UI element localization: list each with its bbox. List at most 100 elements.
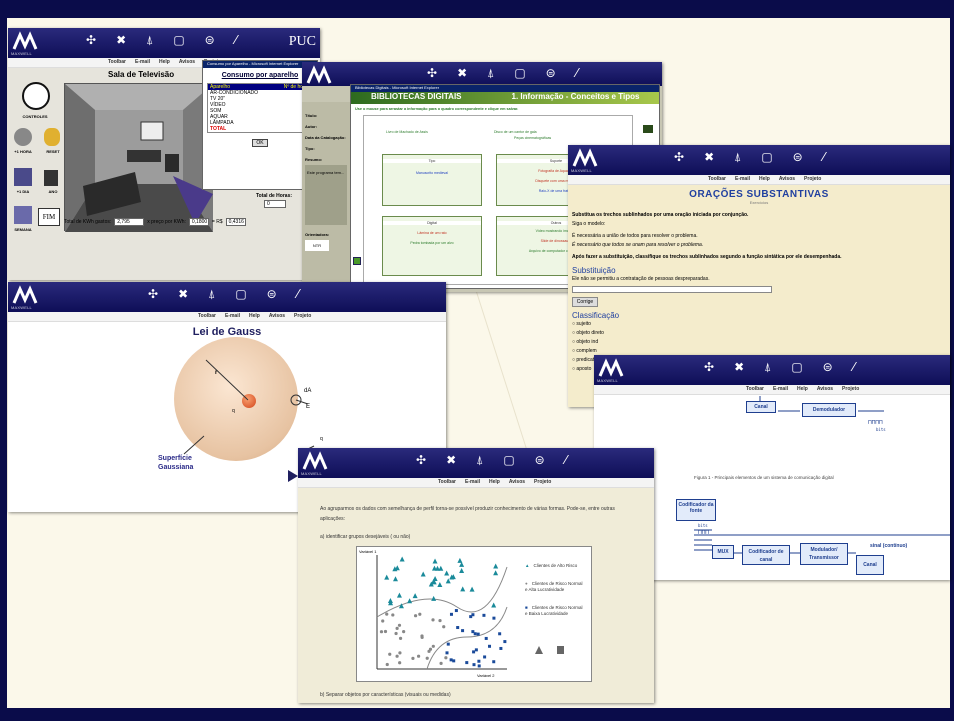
- box-label: Digital: [383, 221, 481, 225]
- tools-icon[interactable]: ✖: [704, 150, 714, 164]
- normal-high-marker: [418, 612, 422, 616]
- gaussian-surface-label: Superfície Gaussiana: [158, 454, 193, 472]
- normal-high-marker: [438, 618, 442, 623]
- drop-box-digital[interactable]: Digital Lâmina de um rato Pedra tombada …: [382, 216, 482, 276]
- nav-link-toolbar[interactable]: Toolbar: [108, 59, 126, 65]
- nav-link-email[interactable]: E-mail: [465, 479, 480, 485]
- tools-icon[interactable]: ✖: [116, 33, 126, 47]
- option-label: predicati: [576, 357, 596, 363]
- nav-link-toolbar[interactable]: Toolbar: [438, 479, 456, 485]
- clock-icon[interactable]: [22, 82, 50, 110]
- nav-link-avisos[interactable]: Avisos: [509, 479, 525, 485]
- instruction-text: Use o mouse para arrastar a informação p…: [355, 107, 519, 111]
- tv-room-screenshot: MAXWELL ✣ ✖ ⍋ ▢ ⊜ ⁄ PUC Toolbar E-mail H…: [8, 28, 320, 280]
- nav-link-help[interactable]: Help: [159, 59, 170, 65]
- help-icon[interactable]: ⍋: [476, 453, 483, 467]
- edit-icon[interactable]: ⁄: [235, 33, 237, 47]
- box-item[interactable]: Lâmina de um rato: [383, 231, 481, 235]
- box-label: Tipo: [383, 159, 481, 163]
- answer-input[interactable]: [572, 286, 772, 293]
- help-icon[interactable]: ⍋: [146, 33, 153, 47]
- normal-high-marker: [398, 636, 403, 640]
- right-border: [950, 18, 954, 708]
- top-navbar: MAXWELL ✣ ✖ ⍋ ▢ ⊜ ⁄: [298, 448, 654, 478]
- high-risk-marker: [420, 571, 426, 577]
- nav-link-projeto[interactable]: Projeto: [534, 479, 551, 485]
- hour-icon[interactable]: [14, 128, 32, 146]
- normal-low-marker: [492, 616, 496, 620]
- normal-low-marker: [446, 642, 450, 646]
- high-risk-marker: [412, 593, 418, 599]
- normal-high-marker: [385, 612, 389, 616]
- source-encoder-box: Codificador da fonte: [676, 499, 716, 521]
- window-titlebar: Bibliotecas Digitais - Microsoft Interne…: [351, 85, 659, 92]
- nav-link-toolbar[interactable]: Toolbar: [708, 176, 726, 182]
- compass-icon[interactable]: ✣: [427, 66, 437, 80]
- compass-icon[interactable]: ✣: [416, 453, 426, 467]
- hours-input[interactable]: 0: [264, 200, 286, 208]
- item-0[interactable]: Livro de Machado de Assis: [386, 130, 428, 134]
- edit-icon[interactable]: ⁄: [576, 66, 578, 80]
- year-icon[interactable]: [44, 170, 58, 186]
- help-icon[interactable]: ⍋: [487, 66, 494, 80]
- print-icon[interactable]: ⊜: [205, 33, 215, 47]
- normal-high-marker: [394, 631, 398, 636]
- option-subject[interactable]: ○ sujeito: [568, 320, 950, 329]
- print-icon[interactable]: ⊜: [546, 66, 556, 80]
- print-icon[interactable]: ⊜: [793, 150, 803, 164]
- nav-link-email[interactable]: E-mail: [735, 176, 750, 182]
- drop-box-type[interactable]: Tipo Manuscrito medieval: [382, 154, 482, 206]
- kwh-field[interactable]: 2,795: [114, 218, 145, 226]
- summary-box[interactable]: Este programa tem...: [305, 165, 347, 225]
- nav-link-avisos[interactable]: Avisos: [179, 59, 195, 65]
- high-risk-marker: [493, 563, 499, 569]
- print-icon[interactable]: ⊜: [535, 453, 545, 467]
- item-b: b) Separar objetos por características (…: [320, 692, 451, 698]
- edit-icon[interactable]: ⁄: [823, 150, 825, 164]
- total-field[interactable]: 0,4316: [225, 218, 246, 226]
- window-icon[interactable]: ▢: [514, 66, 525, 80]
- data-clustering-screenshot: MAXWELL ✣ ✖ ⍋ ▢ ⊜ ⁄ Toolbar E-mail Help …: [298, 448, 654, 703]
- week-icon[interactable]: [14, 206, 32, 224]
- nav-link-projeto[interactable]: Projeto: [804, 176, 821, 182]
- item-1[interactable]: Disco de um cantor de gala: [494, 130, 537, 134]
- window-icon[interactable]: ▢: [761, 150, 772, 164]
- normal-high-marker: [398, 661, 402, 665]
- edit-icon[interactable]: ⁄: [565, 453, 567, 467]
- box-item[interactable]: Pedra tombada por um alvo: [383, 241, 481, 245]
- window-icon[interactable]: ▢: [173, 33, 184, 47]
- window-icon[interactable]: ▢: [503, 453, 514, 467]
- box-item[interactable]: Manuscrito medieval: [383, 171, 481, 175]
- correct-button[interactable]: Corrige: [572, 297, 598, 307]
- item-2[interactable]: Peças cinematográficas: [514, 136, 551, 140]
- normal-low-marker: [499, 646, 503, 650]
- shapes-icon: [533, 643, 573, 654]
- nav-link-help[interactable]: Help: [759, 176, 770, 182]
- bits-label-1: bits: [876, 427, 886, 432]
- compass-icon[interactable]: ✣: [674, 150, 684, 164]
- option-indirect-object[interactable]: ○ objeto ind: [568, 338, 950, 347]
- high-risk-marker: [396, 592, 402, 598]
- top-band: [0, 0, 954, 18]
- advisor-field[interactable]: NTR: [305, 240, 329, 251]
- next-arrow-icon[interactable]: [288, 470, 298, 482]
- tools-icon[interactable]: ✖: [446, 453, 456, 467]
- toolbar-icons: ✣ ✖ ⍋ ▢ ⊜ ⁄: [86, 33, 237, 47]
- high-risk-marker: [431, 595, 437, 601]
- save-icon[interactable]: [353, 257, 361, 265]
- help-icon[interactable]: ⍋: [734, 150, 741, 164]
- compass-icon[interactable]: ✣: [86, 33, 96, 47]
- reset-icon[interactable]: [44, 128, 60, 146]
- price-field[interactable]: 0,1800: [188, 218, 209, 226]
- day-icon[interactable]: [14, 168, 32, 186]
- nav-link-help[interactable]: Help: [489, 479, 500, 485]
- y-axis-label: Variável 1: [359, 549, 377, 554]
- figure-caption: Figura 1 - Principais elementos de um si…: [694, 475, 834, 480]
- ok-button[interactable]: OK: [252, 139, 268, 147]
- nav-link-email[interactable]: E-mail: [135, 59, 150, 65]
- option-direct-object[interactable]: ○ objeto direto: [568, 329, 950, 338]
- end-button[interactable]: FIM: [38, 208, 60, 226]
- book-icon: [643, 125, 653, 133]
- nav-link-avisos[interactable]: Avisos: [779, 176, 795, 182]
- tools-icon[interactable]: ✖: [457, 66, 467, 80]
